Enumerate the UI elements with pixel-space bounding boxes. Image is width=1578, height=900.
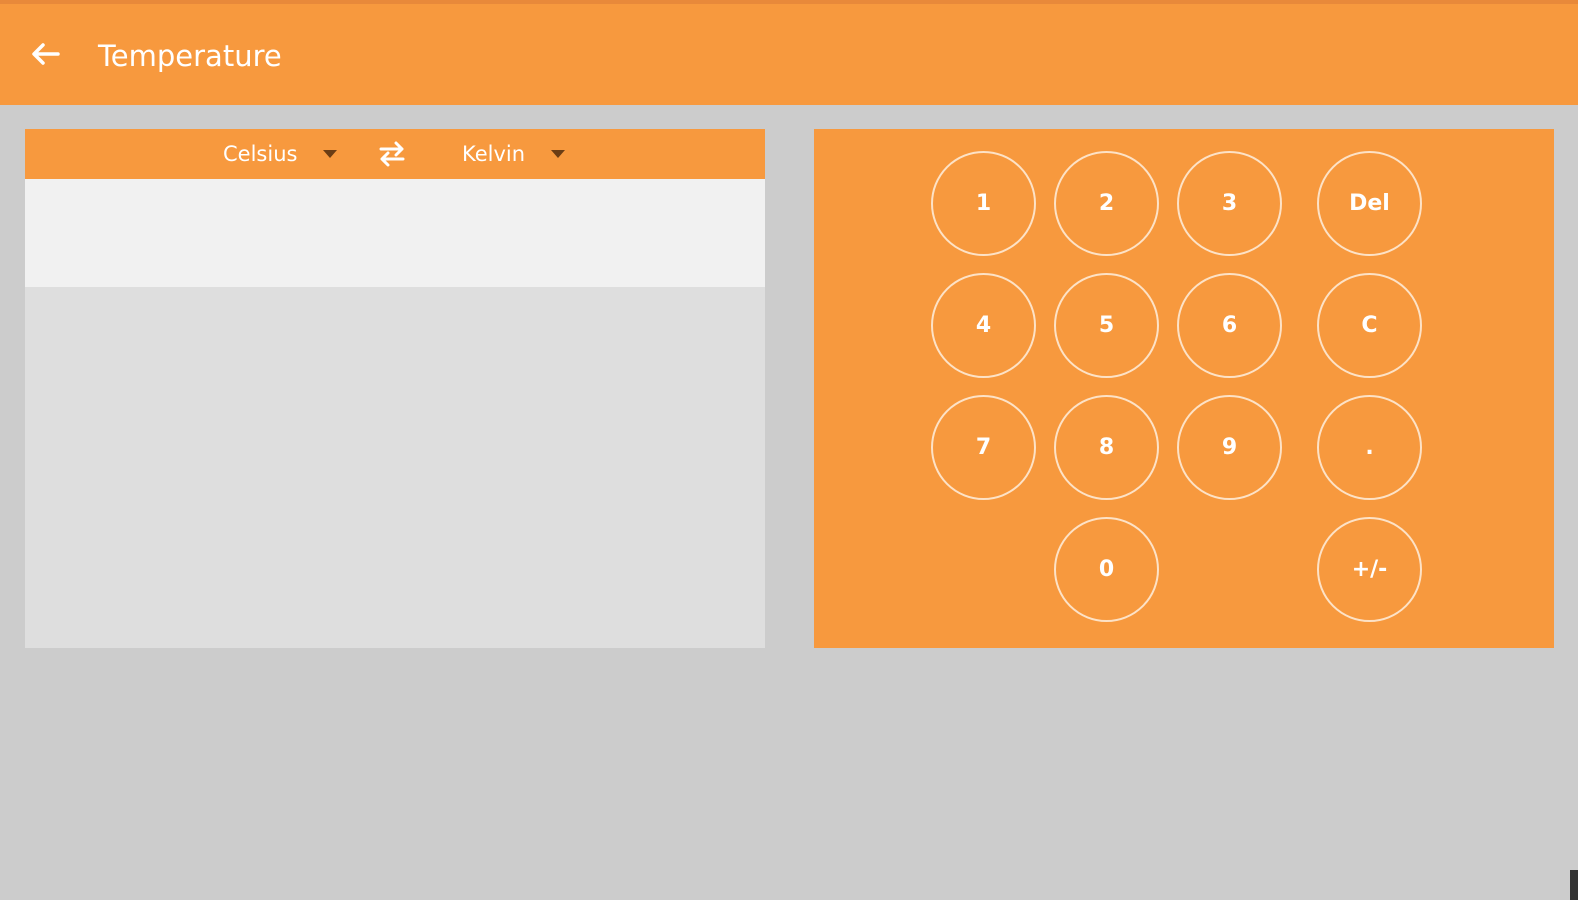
keypad-panel: 1 2 3 Del 4 5 6 C 7 8 9 . 0 +/- (814, 129, 1554, 648)
from-unit-label: Celsius (223, 142, 298, 166)
unit-selector-bar: Celsius Kelvin (25, 129, 765, 179)
to-unit-dropdown[interactable]: Kelvin (462, 129, 566, 179)
key-1[interactable]: 1 (931, 151, 1036, 256)
arrow-left-icon (32, 43, 60, 65)
key-2[interactable]: 2 (1054, 151, 1159, 256)
swap-units-button[interactable] (375, 139, 409, 169)
clear-button[interactable]: C (1317, 273, 1422, 378)
delete-button[interactable]: Del (1317, 151, 1422, 256)
chevron-down-icon (551, 150, 566, 158)
key-6[interactable]: 6 (1177, 273, 1282, 378)
input-value-display[interactable] (25, 179, 765, 287)
key-4[interactable]: 4 (931, 273, 1036, 378)
window-edge (1570, 870, 1578, 900)
back-button[interactable] (26, 34, 66, 74)
toggle-sign-button[interactable]: +/- (1317, 517, 1422, 622)
app-bar: Temperature (0, 0, 1578, 105)
key-9[interactable]: 9 (1177, 395, 1282, 500)
key-7[interactable]: 7 (931, 395, 1036, 500)
page-title: Temperature (98, 39, 282, 73)
converter-panel: Celsius Kelvin (25, 129, 765, 648)
key-0[interactable]: 0 (1054, 517, 1159, 622)
key-8[interactable]: 8 (1054, 395, 1159, 500)
to-unit-label: Kelvin (462, 142, 526, 166)
swap-arrows-icon (379, 141, 405, 167)
decimal-point-button[interactable]: . (1317, 395, 1422, 500)
key-3[interactable]: 3 (1177, 151, 1282, 256)
key-5[interactable]: 5 (1054, 273, 1159, 378)
chevron-down-icon (323, 150, 338, 158)
from-unit-dropdown[interactable]: Celsius (223, 129, 338, 179)
